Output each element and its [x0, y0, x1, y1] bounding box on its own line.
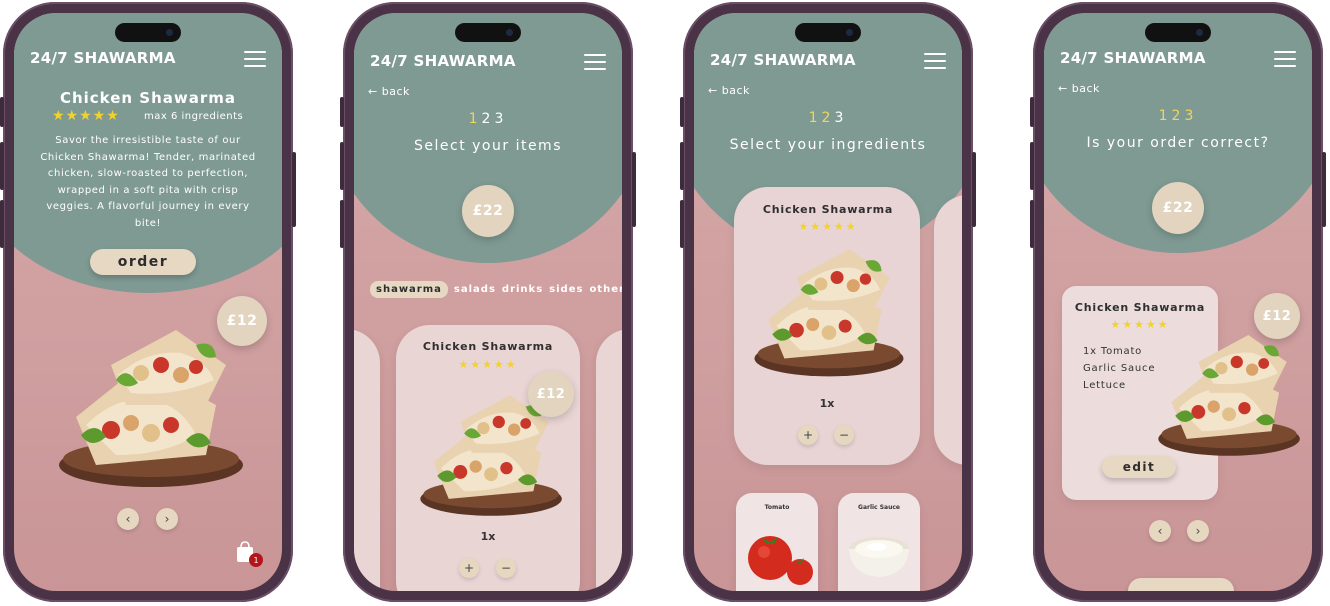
minus-button[interactable]: − — [496, 558, 516, 578]
step-indicator: 123 — [694, 110, 962, 126]
order-item: 1x Tomato — [1083, 346, 1143, 357]
minus-button[interactable]: − — [834, 425, 854, 445]
rating-stars: ★★★★★ — [52, 108, 120, 124]
side-card-right[interactable] — [934, 195, 962, 465]
card-stars: ★★★★★ — [798, 220, 858, 233]
order-button[interactable]: order — [90, 249, 196, 275]
next-arrow-button[interactable]: › — [156, 508, 178, 530]
cart-count-badge: 1 — [249, 553, 263, 567]
product-description: Savor the irresistible taste of our Chic… — [40, 135, 256, 229]
next-arrow-button[interactable]: › — [1187, 520, 1209, 542]
tab-sides[interactable]: sides — [549, 284, 583, 295]
quantity-label: 1x — [480, 530, 496, 543]
product-title: Chicken Shawarma — [59, 89, 237, 107]
price-badge: £12 — [1254, 293, 1300, 339]
dynamic-island — [1145, 23, 1211, 42]
step-1: 1 — [468, 111, 482, 127]
card-stars: ★★★★★ — [1110, 318, 1170, 331]
phone-frame-1: 24/7 SHAWARMA Chicken Shawarma ★★★★★ max… — [0, 2, 296, 602]
order-item: Garlic Sauce — [1083, 363, 1156, 374]
step-2: 2 — [481, 111, 495, 127]
screen-confirm-order: 24/7 SHAWARMA ← back 123 Is your order c… — [1044, 13, 1312, 591]
tomato-image — [748, 536, 813, 585]
page-heading: Select your items — [414, 138, 562, 154]
tab-shawarma[interactable]: shawarma — [370, 281, 448, 298]
phone-frame-3: 24/7 SHAWARMA ← back 123 Select your ing… — [680, 2, 976, 602]
order-item: Lettuce — [1083, 380, 1126, 391]
hamburger-menu-icon[interactable] — [924, 53, 946, 69]
step-1: 1 — [808, 110, 822, 126]
step-indicator: 123 — [1044, 108, 1312, 124]
page-heading: Is your order correct? — [1086, 135, 1270, 151]
plus-button[interactable]: + — [459, 558, 479, 578]
dynamic-island — [455, 23, 521, 42]
step-3: 3 — [494, 111, 508, 127]
plus-button[interactable]: + — [798, 425, 818, 445]
phone-frame-2: 24/7 SHAWARMA ← back 123 Select your ite… — [340, 2, 636, 602]
step-3: 3 — [834, 110, 848, 126]
price-badge: £12 — [217, 296, 267, 346]
back-link[interactable]: ← back — [368, 85, 410, 98]
card-stars: ★★★★★ — [458, 358, 518, 371]
total-price-badge: £22 — [1152, 182, 1204, 234]
step-indicator: 123 — [354, 111, 622, 127]
step-2: 2 — [1171, 108, 1185, 124]
brand-logo[interactable]: 24/7 SHAWARMA — [1060, 49, 1206, 67]
screen-product-detail: 24/7 SHAWARMA Chicken Shawarma ★★★★★ max… — [14, 13, 282, 591]
hamburger-menu-icon[interactable] — [244, 51, 266, 67]
confirm-button[interactable] — [1128, 578, 1234, 591]
dynamic-island — [795, 23, 861, 42]
quantity-label: 1x — [819, 397, 835, 410]
card-title: Chicken Shawarma — [762, 203, 894, 216]
price-badge: £12 — [528, 371, 574, 417]
back-link[interactable]: ← back — [708, 84, 750, 97]
step-1: 1 — [1158, 108, 1172, 124]
brand-logo[interactable]: 24/7 SHAWARMA — [370, 52, 516, 70]
shawarma-image — [59, 330, 243, 487]
page-heading: Select your ingredients — [729, 137, 927, 153]
phone-frame-4: 24/7 SHAWARMA ← back 123 Is your order c… — [1030, 2, 1326, 602]
brand-logo[interactable]: 24/7 SHAWARMA — [710, 51, 856, 69]
tab-other[interactable]: other — [589, 284, 622, 295]
step-3: 3 — [1184, 108, 1198, 124]
card-title: Chicken Shawarma — [422, 340, 554, 353]
card-title: Chicken Shawarma — [1074, 301, 1206, 314]
category-tabs: shawarma salads drinks sides other — [370, 281, 622, 298]
hamburger-menu-icon[interactable] — [584, 54, 606, 70]
ingredient-label-tomato: Tomato — [764, 504, 790, 511]
step-2: 2 — [821, 110, 835, 126]
prev-arrow-button[interactable]: ‹ — [1149, 520, 1171, 542]
garlic-sauce-image — [849, 537, 909, 577]
order-items-list: 1x Tomato Garlic Sauce Lettuce — [1083, 343, 1155, 394]
back-arrow-icon: ← — [708, 84, 722, 97]
edit-button[interactable]: edit — [1102, 456, 1176, 478]
shawarma-image — [1158, 335, 1300, 456]
shawarma-image — [754, 249, 904, 377]
ingredient-label-garlic-sauce: Garlic Sauce — [858, 504, 900, 511]
screen-select-ingredients: 24/7 SHAWARMA ← back 123 Select your ing… — [694, 13, 962, 591]
back-link[interactable]: ← back — [1058, 82, 1100, 95]
dynamic-island — [115, 23, 181, 42]
brand-logo[interactable]: 24/7 SHAWARMA — [30, 49, 176, 67]
back-arrow-icon: ← — [1058, 82, 1072, 95]
max-ingredients-note: max 6 ingredients — [144, 111, 244, 122]
prev-arrow-button[interactable]: ‹ — [117, 508, 139, 530]
total-price-badge: £22 — [462, 185, 514, 237]
screen-select-items: 24/7 SHAWARMA ← back 123 Select your ite… — [354, 13, 622, 591]
tab-drinks[interactable]: drinks — [502, 284, 543, 295]
hamburger-menu-icon[interactable] — [1274, 51, 1296, 67]
back-arrow-icon: ← — [368, 85, 382, 98]
tab-salads[interactable]: salads — [454, 284, 496, 295]
